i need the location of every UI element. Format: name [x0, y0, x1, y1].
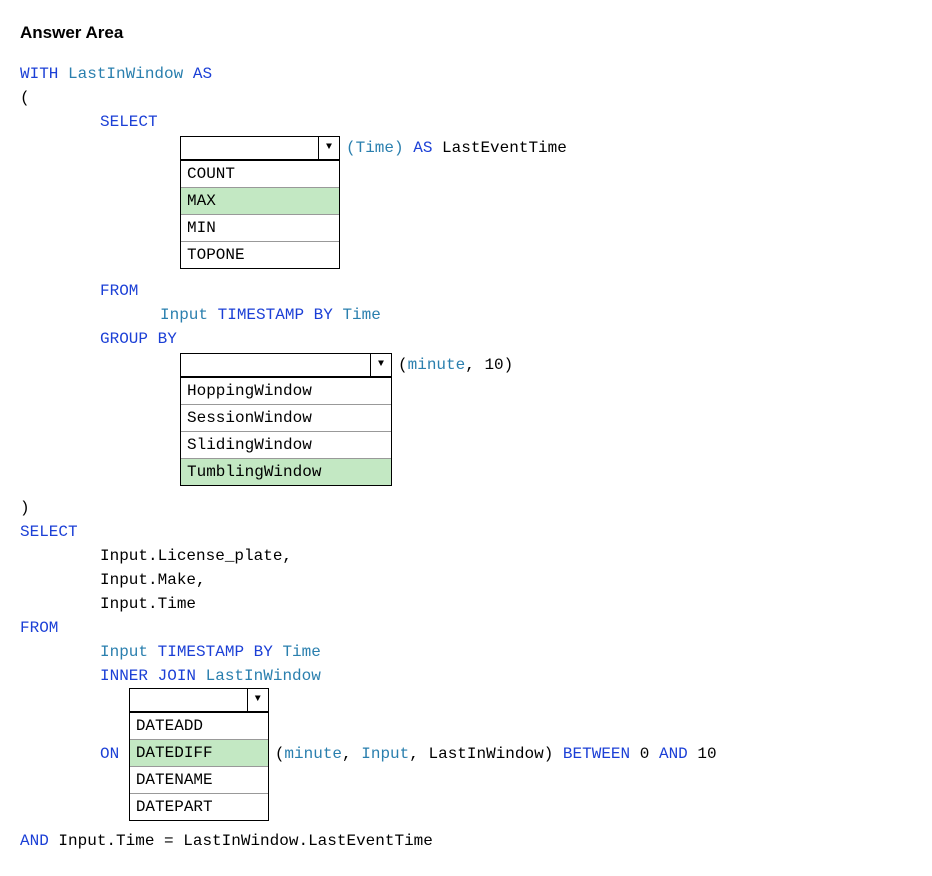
datefunc-dropdown[interactable]: ▼ DATEADD DATEDIFF DATENAME DATEPART	[129, 688, 269, 821]
keyword-from: FROM	[100, 282, 138, 300]
code-line: WITH LastInWindow AS	[20, 62, 912, 86]
dropdown-option[interactable]: DATEADD	[130, 713, 268, 739]
input-source: Input	[100, 643, 148, 661]
code-line: Input.License_plate,	[20, 544, 912, 568]
keyword-inner-join: INNER JOIN	[100, 667, 196, 685]
input-source: Input	[160, 306, 208, 324]
keyword-select: SELECT	[100, 113, 158, 131]
dropdown-row-datefunc: ON ▼ DATEADD DATEDIFF DATENAME DATEPART …	[20, 688, 912, 821]
time-col: Time	[342, 306, 380, 324]
dropdown-option[interactable]: TumblingWindow	[181, 458, 391, 485]
chevron-down-icon: ▼	[247, 689, 268, 711]
group-arg: 10	[484, 356, 503, 374]
dropdown-row-agg: ▼ COUNT MAX MIN TOPONE (Time) AS LastEve…	[20, 136, 912, 269]
cte-name: LastInWindow	[68, 65, 183, 83]
paren-close: )	[544, 745, 554, 763]
dropdown-options: HoppingWindow SessionWindow SlidingWindo…	[180, 377, 392, 486]
code-line: Input TIMESTAMP BY Time	[20, 640, 912, 664]
code-line: FROM	[20, 279, 912, 303]
dropdown-options: COUNT MAX MIN TOPONE	[180, 160, 340, 269]
dropdown-value	[181, 137, 318, 159]
keyword-on: ON	[100, 742, 129, 766]
paren-open: (	[275, 745, 285, 763]
keyword-with: WITH	[20, 65, 58, 83]
minute-arg: minute	[408, 356, 466, 374]
keyword-timestamp-by: TIMESTAMP BY	[158, 643, 273, 661]
window-dropdown[interactable]: ▼ HoppingWindow SessionWindow SlidingWin…	[180, 353, 392, 486]
on-arg3: LastInWindow	[428, 745, 543, 763]
agg-dropdown[interactable]: ▼ COUNT MAX MIN TOPONE	[180, 136, 340, 269]
comma: ,	[342, 745, 352, 763]
keyword-and: AND	[20, 832, 49, 850]
paren-open: (	[398, 356, 408, 374]
time-col: Time	[282, 643, 320, 661]
code-line: Input.Make,	[20, 568, 912, 592]
final-condition: Input.Time = LastInWindow.LastEventTime	[58, 832, 432, 850]
keyword-from: FROM	[20, 619, 58, 637]
time-arg: (Time)	[346, 139, 404, 157]
dropdown-selected[interactable]: ▼	[180, 353, 392, 377]
keyword-group-by: GROUP BY	[100, 330, 177, 348]
code-line: FROM	[20, 616, 912, 640]
keyword-as: AS	[193, 65, 212, 83]
chevron-down-icon: ▼	[318, 137, 339, 159]
chevron-down-icon: ▼	[370, 354, 391, 376]
paren-close: )	[504, 356, 514, 374]
code-line: INNER JOIN LastInWindow	[20, 664, 912, 688]
dropdown-value	[130, 689, 247, 711]
dropdown-option[interactable]: SlidingWindow	[181, 431, 391, 458]
dropdown-option[interactable]: TOPONE	[181, 241, 339, 268]
keyword-between: BETWEEN	[563, 745, 630, 763]
keyword-and: AND	[659, 745, 688, 763]
code-line: GROUP BY	[20, 327, 912, 351]
dropdown-option[interactable]: MIN	[181, 214, 339, 241]
dropdown-options: DATEADD DATEDIFF DATENAME DATEPART	[129, 712, 269, 821]
dropdown-selected[interactable]: ▼	[129, 688, 269, 712]
minute-arg: minute	[284, 745, 342, 763]
dropdown-option[interactable]: HoppingWindow	[181, 378, 391, 404]
code-line: Input TIMESTAMP BY Time	[20, 303, 912, 327]
dropdown-value	[181, 354, 370, 376]
ten: 10	[697, 745, 716, 763]
code-line: (	[20, 86, 912, 110]
answer-area-heading: Answer Area	[20, 20, 912, 46]
keyword-select: SELECT	[20, 523, 78, 541]
keyword-timestamp-by: TIMESTAMP BY	[218, 306, 333, 324]
keyword-as: AS	[413, 139, 432, 157]
code-line: Input.Time	[20, 592, 912, 616]
code-after-dropdown: (Time) AS LastEventTime	[340, 136, 567, 160]
code-after-dropdown: (minute, 10)	[392, 353, 513, 377]
dropdown-option[interactable]: COUNT	[181, 161, 339, 187]
code-line: )	[20, 496, 912, 520]
code-line: SELECT	[20, 110, 912, 134]
comma: ,	[409, 745, 419, 763]
dropdown-option[interactable]: DATENAME	[130, 766, 268, 793]
code-line: AND Input.Time = LastInWindow.LastEventT…	[20, 829, 912, 853]
dropdown-row-window: ▼ HoppingWindow SessionWindow SlidingWin…	[20, 353, 912, 486]
dropdown-selected[interactable]: ▼	[180, 136, 340, 160]
comma: ,	[465, 356, 475, 374]
dropdown-option[interactable]: DATEDIFF	[130, 739, 268, 766]
code-after-dropdown: (minute, Input, LastInWindow) BETWEEN 0 …	[269, 742, 717, 766]
dropdown-option[interactable]: SessionWindow	[181, 404, 391, 431]
alias: LastEventTime	[442, 139, 567, 157]
zero: 0	[640, 745, 650, 763]
dropdown-option[interactable]: DATEPART	[130, 793, 268, 820]
code-line: SELECT	[20, 520, 912, 544]
dropdown-option[interactable]: MAX	[181, 187, 339, 214]
on-arg2: Input	[361, 745, 409, 763]
join-table: LastInWindow	[206, 667, 321, 685]
